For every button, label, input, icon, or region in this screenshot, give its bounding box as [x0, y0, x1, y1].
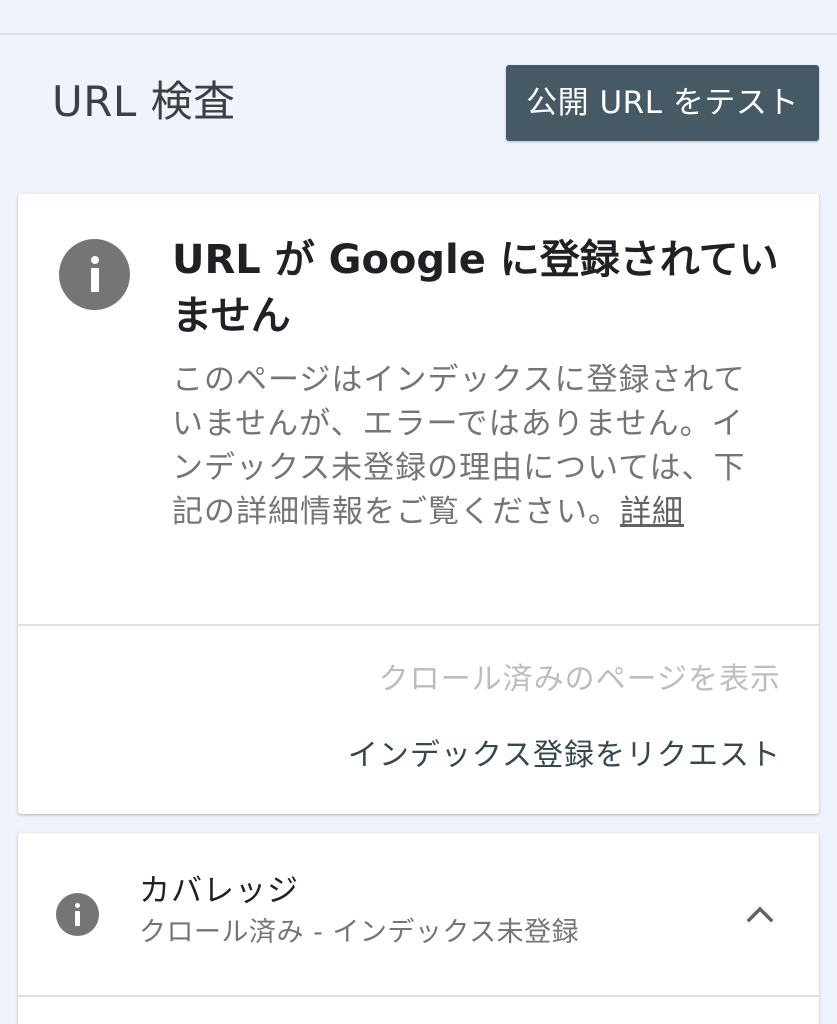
url-inspection-page: URL 検査 公開 URL をテスト URL が Google に登録されていま… — [0, 0, 837, 1024]
top-divider — [0, 33, 837, 35]
info-icon — [59, 239, 130, 310]
request-indexing-button[interactable]: インデックス登録をリクエスト — [348, 736, 781, 776]
details-link[interactable]: 詳細 — [620, 494, 684, 530]
page-title: URL 検査 — [52, 77, 236, 126]
card-divider — [18, 624, 819, 626]
status-description: このページはインデックスに登録されていませんが、エラーではありません。インデック… — [172, 358, 772, 534]
coverage-title: カバレッジ — [139, 873, 299, 909]
info-icon — [56, 893, 99, 936]
test-live-url-button[interactable]: 公開 URL をテスト — [506, 65, 819, 141]
coverage-divider — [18, 995, 819, 997]
coverage-card[interactable]: カバレッジ クロール済み - インデックス未登録 — [18, 833, 819, 1024]
status-heading: URL が Google に登録されていません — [172, 237, 779, 339]
index-status-card: URL が Google に登録されていません このページはインデックスに登録さ… — [18, 194, 819, 814]
chevron-up-icon[interactable] — [742, 896, 778, 932]
coverage-status: クロール済み - インデックス未登録 — [139, 917, 580, 948]
view-crawled-page-button[interactable]: クロール済みのページを表示 — [379, 660, 781, 700]
